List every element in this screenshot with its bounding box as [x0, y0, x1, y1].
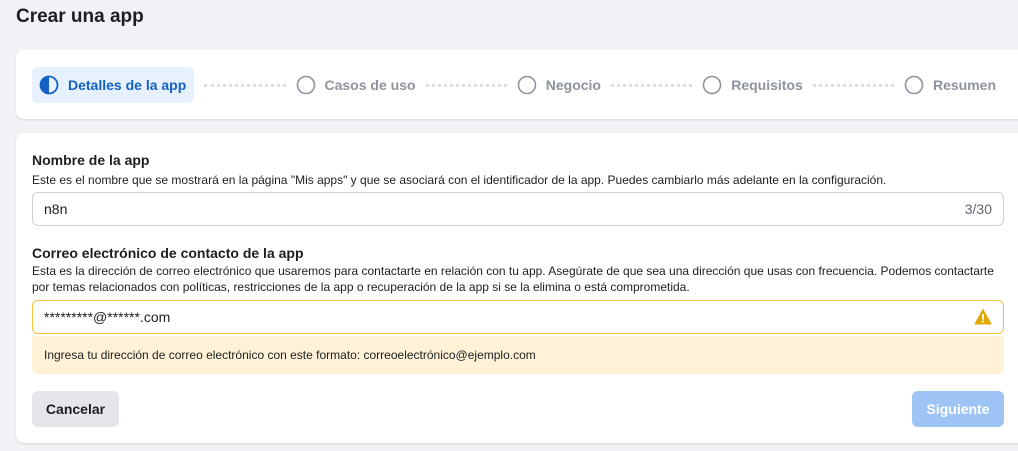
step-divider — [812, 83, 894, 87]
stepper-card: Detalles de la app Casos de uso Negocio … — [16, 50, 1018, 119]
step-divider — [425, 83, 507, 87]
step-use-cases[interactable]: Casos de uso — [296, 67, 416, 103]
page-title: Crear una app — [16, 6, 144, 27]
step-divider — [204, 83, 286, 87]
app-name-input[interactable]: n8n 3/30 — [32, 192, 1004, 226]
app-name-description: Este es el nombre que se mostrará en la … — [32, 173, 887, 187]
contact-email-input[interactable]: *********@******.com — [32, 300, 1004, 334]
app-details-form: Nombre de la app Este es el nombre que s… — [16, 133, 1018, 443]
empty-circle-icon — [296, 75, 315, 95]
step-label: Requisitos — [731, 77, 803, 93]
step-label: Detalles de la app — [68, 77, 187, 93]
email-format-warning: Ingresa tu dirección de correo electróni… — [32, 336, 1004, 374]
stepper: Detalles de la app Casos de uso Negocio … — [32, 67, 996, 103]
contact-email-label: Correo electrónico de contacto de la app — [32, 245, 304, 261]
empty-circle-icon — [702, 75, 722, 95]
empty-circle-icon — [904, 75, 924, 95]
warning-text: Ingresa tu dirección de correo electróni… — [44, 348, 536, 362]
app-name-value: n8n — [44, 201, 68, 217]
contact-email-value: *********@******.com — [44, 309, 171, 325]
step-divider — [610, 83, 693, 87]
step-label: Resumen — [933, 77, 997, 93]
warning-triangle-icon — [974, 309, 992, 325]
empty-circle-icon — [517, 75, 537, 95]
step-business[interactable]: Negocio — [517, 67, 601, 103]
step-summary[interactable]: Resumen — [904, 67, 996, 103]
step-label: Negocio — [545, 77, 601, 93]
half-circle-icon — [39, 75, 59, 95]
char-counter: 3/30 — [964, 201, 992, 217]
contact-email-description: Esta es la dirección de correo electróni… — [32, 264, 994, 294]
step-requirements[interactable]: Requisitos — [702, 67, 803, 103]
cancel-button[interactable]: Cancelar — [32, 391, 119, 427]
step-label: Casos de uso — [324, 77, 416, 93]
next-button[interactable]: Siguiente — [912, 391, 1004, 427]
step-app-details[interactable]: Detalles de la app — [32, 67, 195, 103]
app-name-label: Nombre de la app — [32, 152, 150, 168]
